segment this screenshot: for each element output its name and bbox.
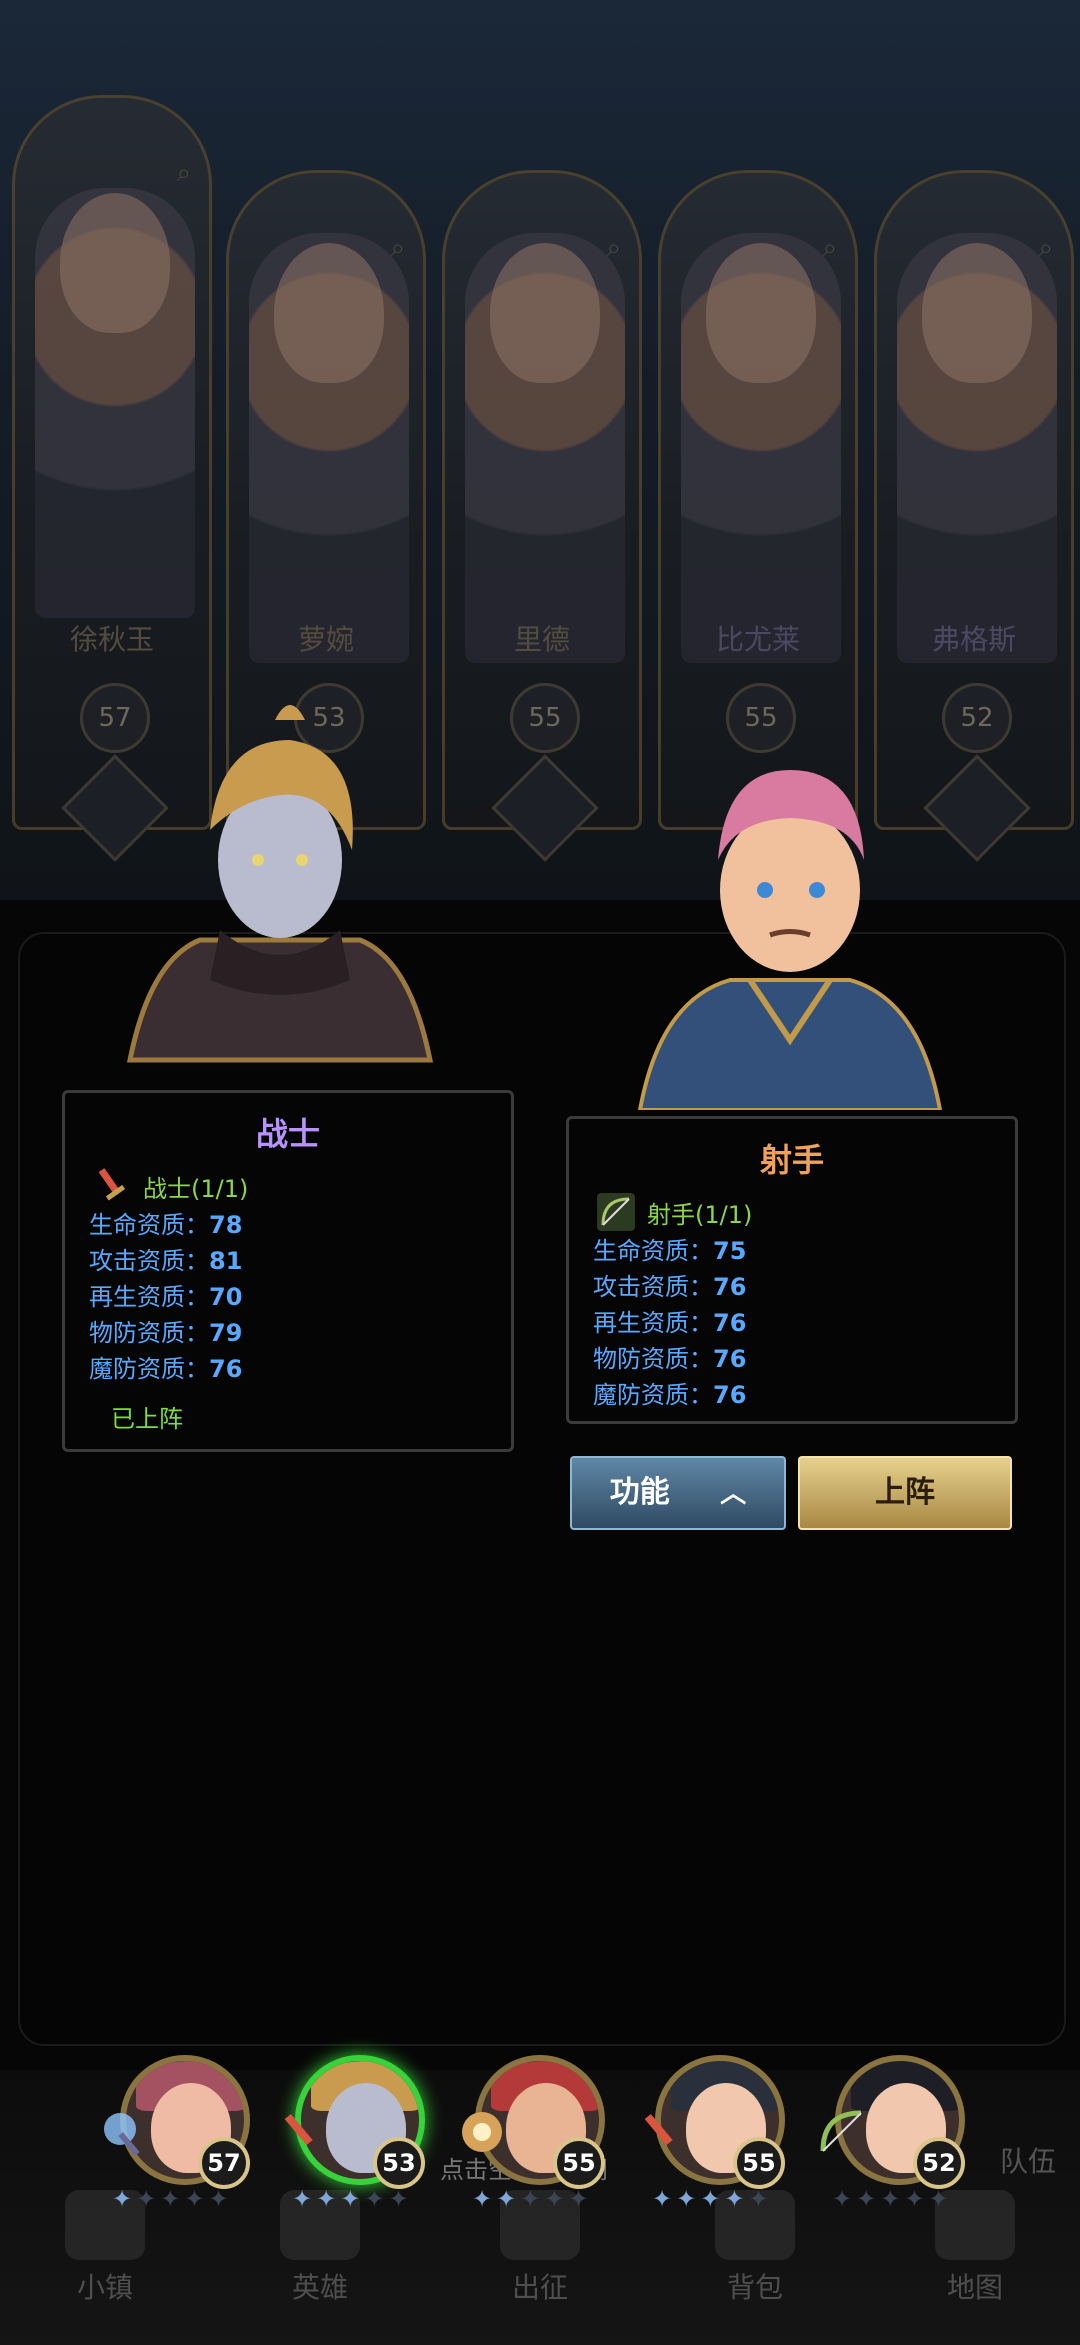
team-level: 53 (373, 2137, 425, 2189)
star-empty-icon: ✦ (832, 2185, 857, 2213)
star-filled-icon: ✦ (676, 2185, 701, 2213)
star-rating: ✦✦✦✦✦ (112, 2185, 233, 2213)
team-slot[interactable]: 55 (455, 2035, 615, 2205)
team-slot[interactable]: 52 (815, 2035, 975, 2205)
nav-label: 地图 (946, 2271, 1003, 2304)
star-filled-icon: ✦ (496, 2185, 521, 2213)
warrior-stat-box: 战士 战士(1/1) 生命资质：78 攻击资质：81 再生资质：70 物防资质：… (62, 1090, 514, 1452)
star-filled-icon: ✦ (292, 2185, 317, 2213)
stat-attack: 攻击资质：76 (593, 1273, 747, 1301)
class-row: 射手(1/1) (595, 1191, 1015, 1233)
deploy-button[interactable]: 上阵 (798, 1456, 1012, 1530)
star-filled-icon: ✦ (340, 2185, 365, 2213)
star-filled-icon: ✦ (112, 2185, 137, 2213)
star-filled-icon: ✦ (724, 2185, 749, 2213)
hero-card[interactable]: ⌕ 里德 55 (442, 170, 642, 862)
archer-stat-box: 射手 射手(1/1) 生命资质：75 攻击资质：76 再生资质：76 物防资质：… (566, 1116, 1018, 1424)
star-empty-icon: ✦ (928, 2185, 953, 2213)
hero-name: 比尤莱 (715, 623, 800, 656)
star-empty-icon: ✦ (544, 2185, 569, 2213)
star-rating: ✦✦✦✦✦ (652, 2185, 773, 2213)
hero-level: 55 (510, 683, 580, 753)
hero-name: 弗格斯 (931, 623, 1016, 656)
star-empty-icon: ✦ (388, 2185, 413, 2213)
function-button[interactable]: 功能 ︿ (570, 1456, 786, 1530)
hero-face (490, 243, 600, 383)
team-side-label[interactable]: 队伍 (1000, 2140, 1056, 2180)
star-filled-icon: ✦ (700, 2185, 725, 2213)
star-rating: ✦✦✦✦✦ (832, 2185, 953, 2213)
star-empty-icon: ✦ (748, 2185, 773, 2213)
star-rating: ✦✦✦✦✦ (292, 2185, 413, 2213)
team-level: 52 (913, 2137, 965, 2189)
star-empty-icon: ✦ (364, 2185, 389, 2213)
hero-card[interactable]: ⌕ 弗格斯 52 (874, 170, 1074, 862)
bow-icon (597, 1193, 635, 1231)
hero-face (274, 243, 384, 383)
stat-phys-def: 物防资质：76 (593, 1345, 747, 1373)
nav-label: 英雄 (291, 2271, 348, 2304)
hero-name: 里德 (513, 623, 570, 656)
team-slot-selected[interactable]: 53 (275, 2035, 435, 2205)
bow-icon (820, 2110, 862, 2152)
hero-face (922, 243, 1032, 383)
class-badge-icon (491, 754, 599, 862)
deploy-label: 上阵 (875, 1475, 935, 1510)
class-title: 战士 (255, 1115, 320, 1153)
stat-regen: 再生资质：70 (89, 1283, 243, 1311)
star-rating: ✦✦✦✦✦ (472, 2185, 593, 2213)
function-label: 功能 (609, 1475, 670, 1510)
star-empty-icon: ✦ (160, 2185, 185, 2213)
chevron-up-icon: ︿ (720, 1479, 747, 1509)
sword-icon (644, 2113, 673, 2146)
nav-label: 出征 (511, 2271, 568, 2304)
orb-staff-icon (104, 2113, 140, 2156)
team-level: 55 (553, 2137, 605, 2189)
sword-icon (98, 1168, 126, 1201)
star-empty-icon: ✦ (904, 2185, 929, 2213)
team-level: 55 (733, 2137, 785, 2189)
magnify-icon[interactable]: ⌕ (176, 158, 191, 189)
class-count: 射手(1/1) (647, 1200, 753, 1229)
hero-face (706, 243, 816, 383)
stat-hp: 生命资质：78 (89, 1211, 243, 1239)
hero-card[interactable]: ⌕ 比尤莱 55 (658, 170, 858, 830)
nav-label: 小镇 (76, 2271, 133, 2304)
star-empty-icon: ✦ (136, 2185, 161, 2213)
warrior-portrait (90, 680, 470, 1080)
star-empty-icon: ✦ (184, 2185, 209, 2213)
stat-magic-def: 魔防资质：76 (89, 1355, 243, 1383)
hero-name: 徐秋玉 (69, 623, 154, 656)
star-filled-icon: ✦ (652, 2185, 677, 2213)
priest-emblem-icon (462, 2112, 502, 2152)
star-empty-icon: ✦ (568, 2185, 593, 2213)
star-empty-icon: ✦ (856, 2185, 881, 2213)
stat-attack: 攻击资质：81 (89, 1247, 243, 1275)
sword-icon (284, 2113, 313, 2146)
star-empty-icon: ✦ (520, 2185, 545, 2213)
stat-hp: 生命资质：75 (593, 1237, 747, 1265)
archer-portrait (620, 740, 960, 1112)
stat-magic-def: 魔防资质：76 (593, 1381, 747, 1409)
stat-regen: 再生资质：76 (593, 1309, 747, 1337)
team-slot[interactable]: 55 (635, 2035, 795, 2205)
star-filled-icon: ✦ (472, 2185, 497, 2213)
stat-phys-def: 物防资质：79 (89, 1319, 243, 1347)
team-slot[interactable]: 57 (100, 2035, 260, 2205)
star-filled-icon: ✦ (316, 2185, 341, 2213)
deployed-status: 已上阵 (111, 1405, 183, 1433)
team-level: 57 (198, 2137, 250, 2189)
class-row: 战士(1/1) (91, 1165, 511, 1207)
nav-label: 背包 (726, 2271, 783, 2304)
class-title: 射手 (759, 1141, 824, 1179)
star-empty-icon: ✦ (880, 2185, 905, 2213)
star-empty-icon: ✦ (208, 2185, 233, 2213)
hero-face (60, 193, 170, 333)
class-count: 战士(1/1) (143, 1174, 249, 1203)
hero-name: 萝婉 (297, 623, 354, 656)
